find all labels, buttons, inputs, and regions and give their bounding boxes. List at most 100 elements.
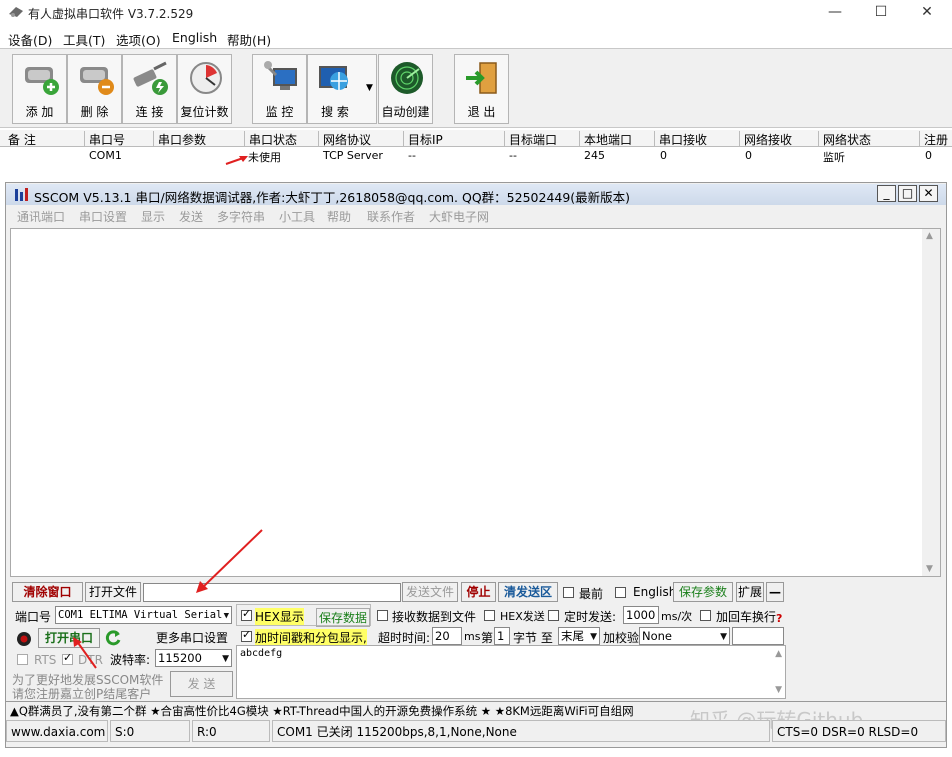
app-icon: [9, 7, 23, 17]
timed-send-checkbox[interactable]: [548, 610, 559, 621]
scroll-up-icon[interactable]: ▲: [926, 231, 933, 241]
baud-label: 波特率:: [110, 653, 151, 667]
sscom-maximize-button[interactable]: □: [898, 185, 917, 202]
delete-button[interactable]: 删 除: [67, 54, 122, 124]
sscom-menu-comm-port[interactable]: 通讯端口: [17, 208, 65, 225]
receive-area[interactable]: [10, 228, 941, 577]
save-params-button[interactable]: 保存参数: [673, 582, 733, 602]
hex-display-checkbox[interactable]: [241, 607, 252, 621]
col-net-recv[interactable]: 网络接收: [739, 131, 792, 147]
col-target-port[interactable]: 目标端口: [504, 131, 557, 147]
menu-help[interactable]: 帮助(H): [227, 30, 271, 49]
cell-port-status: 未使用: [248, 151, 281, 164]
send-input[interactable]: abcdefg ▲ ▼: [236, 645, 786, 699]
sscom-menu-tools[interactable]: 小工具: [279, 208, 315, 225]
col-port-status[interactable]: 串口状态: [244, 131, 297, 147]
search-dropdown-icon[interactable]: ▼: [366, 83, 373, 93]
connect-icon: [133, 61, 168, 95]
save-data-button[interactable]: 保存数据: [316, 608, 371, 627]
col-port-params[interactable]: 串口参数: [153, 131, 206, 147]
search-globe-icon: [319, 66, 348, 90]
clear-send-button[interactable]: 清发送区: [498, 582, 558, 602]
end-select[interactable]: 末尾: [558, 627, 600, 645]
sscom-menu-help[interactable]: 帮助: [327, 208, 351, 225]
interval-input[interactable]: 1000: [623, 606, 659, 624]
menu-english[interactable]: English: [172, 30, 217, 45]
auto-create-button[interactable]: 自动创建: [378, 54, 433, 124]
port-table-header: 备 注 串口号 串口参数 串口状态 网络协议 目标IP 目标端口 本地端口 串口…: [0, 130, 952, 147]
monitor-button[interactable]: 监 控: [252, 54, 307, 124]
add-button[interactable]: 添 加: [12, 54, 67, 124]
maximize-button[interactable]: ☐: [858, 0, 904, 26]
sscom-menu-port-settings[interactable]: 串口设置: [79, 208, 127, 225]
close-button[interactable]: ✕: [904, 0, 950, 26]
english-checkbox[interactable]: [615, 587, 626, 598]
cell-net-recv: 0: [745, 149, 752, 162]
sscom-close-button[interactable]: ✕: [919, 185, 938, 202]
exit-door-icon: [466, 62, 497, 94]
sscom-menu-contact[interactable]: 联系作者: [367, 208, 415, 225]
annotation-arrow-file: [196, 529, 263, 593]
col-remark[interactable]: 备 注: [4, 131, 36, 147]
topmost-label: 最前: [579, 587, 604, 601]
timestamp-label: 加时间戳和分包显示,: [255, 629, 367, 646]
scroll-down-icon[interactable]: ▼: [926, 564, 933, 574]
annotation-arrow-port: [73, 637, 97, 669]
port-select[interactable]: COM1 ELTIMA Virtual Serial: [55, 606, 232, 624]
send-button[interactable]: 发 送: [170, 671, 233, 697]
add-crlf-checkbox[interactable]: [700, 610, 711, 621]
more-settings-link[interactable]: 更多串口设置: [156, 629, 228, 646]
exit-button[interactable]: 退 出: [454, 54, 509, 124]
menu-options[interactable]: 选项(O): [116, 30, 161, 49]
sscom-menu-send[interactable]: 发送: [179, 208, 203, 225]
port-label: 端口号: [15, 610, 52, 624]
rts-checkbox[interactable]: [17, 654, 28, 665]
col-protocol[interactable]: 网络协议: [318, 131, 371, 147]
send-file-button[interactable]: 发送文件: [402, 582, 458, 602]
recv-to-file-checkbox[interactable]: [377, 610, 388, 621]
timestamp-checkbox[interactable]: [241, 628, 252, 642]
cell-serial-recv: 0: [660, 149, 667, 162]
refresh-icon[interactable]: [104, 629, 122, 647]
open-file-button[interactable]: 打开文件: [85, 582, 141, 602]
menu-device[interactable]: 设备(D): [8, 30, 52, 49]
col-register[interactable]: 注册: [919, 131, 948, 147]
status-received: R:0: [192, 720, 270, 742]
sscom-menu-display[interactable]: 显示: [141, 208, 165, 225]
sscom-menu-multi-string[interactable]: 多字符串: [217, 208, 265, 225]
sscom-minimize-button[interactable]: _: [877, 185, 896, 202]
stop-button[interactable]: 停止: [461, 582, 496, 602]
baud-select[interactable]: 115200: [155, 649, 232, 667]
checksum-extra-input[interactable]: [732, 627, 784, 645]
cell-target-ip: --: [408, 149, 416, 162]
nth-byte-input[interactable]: 1: [494, 627, 510, 645]
connect-button[interactable]: 连 接: [122, 54, 177, 124]
collapse-button[interactable]: —: [766, 582, 784, 602]
col-serial-recv[interactable]: 串口接收: [654, 131, 707, 147]
monitor-icon: [264, 61, 297, 90]
file-path-input[interactable]: [143, 583, 401, 602]
expand-button[interactable]: 扩展: [736, 582, 764, 602]
col-target-ip[interactable]: 目标IP: [403, 131, 443, 147]
timed-send-label: 定时发送:: [564, 610, 617, 624]
reset-count-button[interactable]: 复位计数: [177, 54, 232, 124]
cell-protocol: TCP Server: [323, 149, 383, 162]
send-scroll-up-icon[interactable]: ▲: [775, 649, 782, 659]
send-scroll-down-icon[interactable]: ▼: [775, 685, 782, 695]
topmost-checkbox[interactable]: [563, 587, 574, 598]
clear-window-button[interactable]: 清除窗口: [12, 582, 83, 602]
menu-tools[interactable]: 工具(T): [63, 30, 105, 49]
col-net-status[interactable]: 网络状态: [818, 131, 871, 147]
rts-label: RTS: [34, 653, 57, 667]
search-button[interactable]: ▼ 搜 索: [307, 54, 377, 124]
checksum-select[interactable]: None: [639, 627, 730, 645]
timeout-input[interactable]: 20: [432, 627, 462, 645]
status-website[interactable]: www.daxia.com: [6, 720, 108, 742]
sscom-menu-website[interactable]: 大虾电子网: [429, 208, 489, 225]
col-port[interactable]: 串口号: [84, 131, 125, 147]
help-icon[interactable]: ?: [776, 612, 782, 625]
hex-send-checkbox[interactable]: [484, 610, 495, 621]
col-local-port[interactable]: 本地端口: [579, 131, 632, 147]
receive-scrollbar[interactable]: ▲ ▼: [922, 229, 940, 576]
minimize-button[interactable]: —: [812, 0, 858, 26]
